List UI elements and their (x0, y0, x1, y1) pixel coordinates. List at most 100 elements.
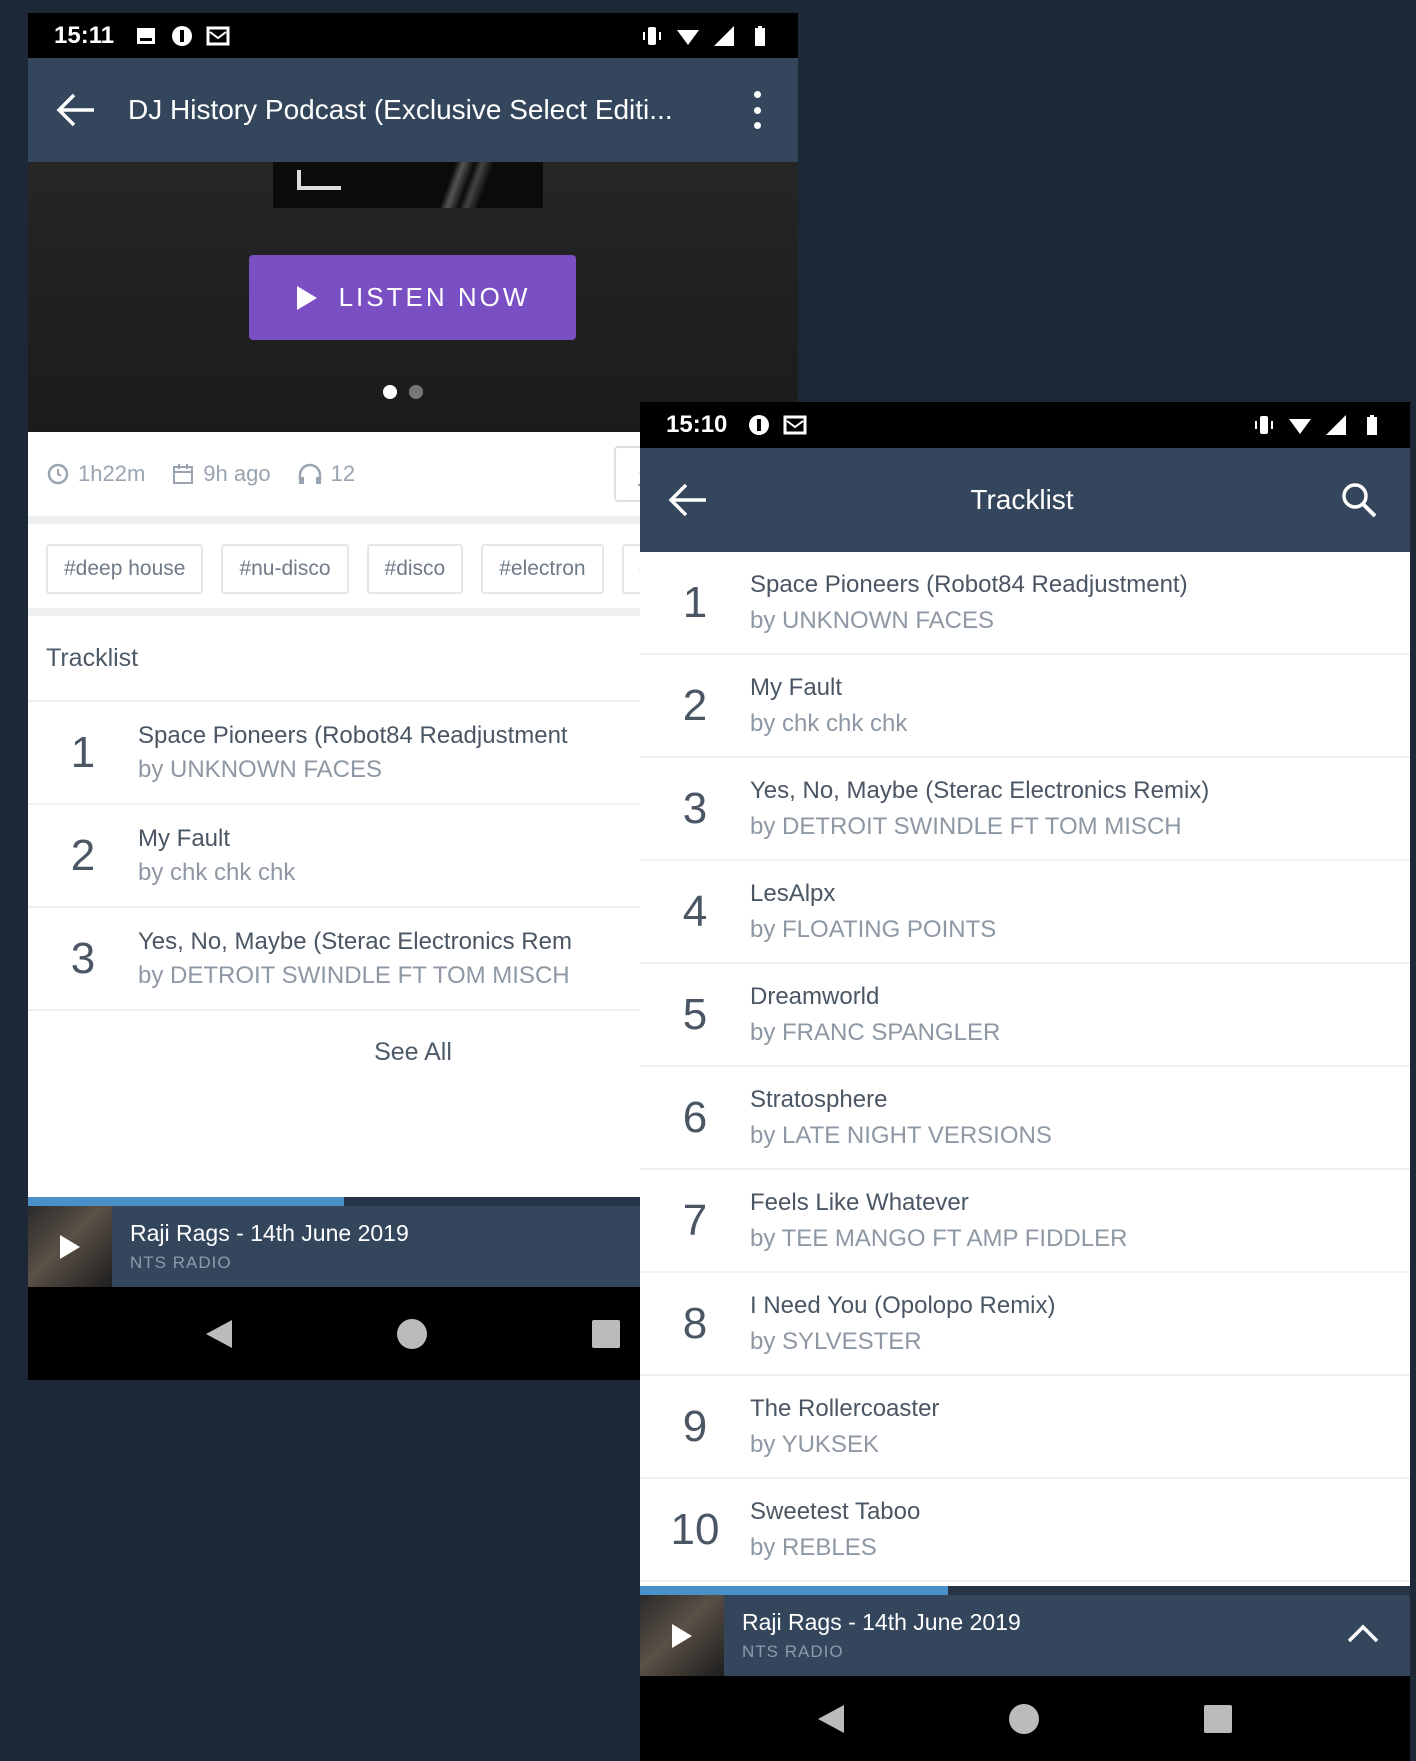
play-icon[interactable] (58, 1233, 82, 1261)
listen-now-label: LISTEN NOW (338, 282, 531, 312)
track-number: 6 (682, 1092, 708, 1142)
track-number: 3 (70, 933, 96, 983)
search-button[interactable] (1334, 475, 1384, 525)
track-number: 3 (682, 783, 708, 833)
hero-banner: LISTEN NOW (28, 162, 798, 432)
system-nav-bar (640, 1676, 1410, 1761)
listen-count-value: 12 (330, 461, 356, 486)
status-bar: 15:11 (28, 13, 798, 58)
track-artist: by SYLVESTER (750, 1327, 922, 1355)
duration: 1h22m (46, 461, 145, 487)
track-artist: by DETROIT SWINDLE FT TOM MISCH (138, 961, 570, 989)
track-title: Stratosphere (750, 1085, 888, 1113)
mail-icon (783, 415, 807, 435)
cover-art (273, 162, 543, 208)
track-row[interactable]: 4 LesAlpx by FLOATING POINTS (640, 861, 1410, 964)
track-title: LesAlpx (750, 879, 836, 907)
page-title: DJ History Podcast (Exclusive Select Edi… (128, 94, 673, 125)
nav-recents-button[interactable] (592, 1319, 620, 1348)
track-title: Dreamworld (750, 982, 880, 1010)
track-number: 8 (682, 1298, 708, 1348)
track-row[interactable]: 8 I Need You (Opolopo Remix) by SYLVESTER (640, 1273, 1410, 1376)
track-artist: by LATE NIGHT VERSIONS (750, 1121, 1052, 1149)
track-row[interactable]: 7 Feels Like Whatever by TEE MANGO FT AMP … (640, 1170, 1410, 1273)
track-number: 2 (70, 830, 96, 880)
track-row[interactable]: 5 Dreamworld by FRANC SPANGLER (640, 964, 1410, 1067)
playback-progress[interactable] (640, 1586, 1410, 1595)
status-time: 15:11 (54, 21, 115, 49)
listen-count: 12 (297, 461, 355, 487)
back-button[interactable] (54, 88, 98, 132)
nav-back-button[interactable] (206, 1319, 232, 1348)
track-row[interactable]: 10 Sweetest Taboo by REBLES (640, 1479, 1410, 1582)
carousel-indicator (383, 385, 423, 399)
tag-chip[interactable]: #electron (481, 544, 604, 594)
track-artist: by YUKSEK (750, 1430, 879, 1458)
vibrate-icon (643, 26, 661, 45)
track-number: 9 (682, 1401, 708, 1451)
duration-value: 1h22m (78, 461, 146, 486)
track-artist: by FRANC SPANGLER (750, 1018, 1001, 1046)
track-number: 1 (70, 727, 96, 777)
listen-now-button[interactable]: LISTEN NOW (249, 255, 576, 340)
carousel-dot[interactable] (409, 385, 423, 399)
track-title: Feels Like Whatever (750, 1188, 969, 1216)
status-time: 15:10 (666, 411, 728, 438)
posted-time: 9h ago (171, 461, 271, 487)
track-number: 5 (682, 989, 708, 1039)
nav-home-button[interactable] (397, 1318, 427, 1349)
track-title: Space Pioneers (Robot84 Readjustment) (750, 570, 1188, 598)
mail-icon (206, 26, 230, 45)
overflow-menu-button[interactable] (742, 85, 772, 135)
play-icon[interactable] (670, 1622, 694, 1650)
status-bar: 15:10 (640, 402, 1410, 448)
signal-icon (714, 25, 734, 46)
nav-recents-button[interactable] (1204, 1704, 1232, 1733)
headphones-icon (298, 463, 321, 484)
search-icon (1342, 483, 1377, 518)
track-title: I Need You (Opolopo Remix) (750, 1291, 1056, 1319)
arrow-left-icon (56, 93, 94, 127)
track-row[interactable]: 1 Space Pioneers (Robot84 Readjustment) by… (640, 552, 1410, 655)
tracklist-screen: 15:10 Tracklist 1 Space Pioneers (Robot84… (640, 402, 1410, 1761)
battery-icon (1367, 415, 1377, 435)
tag-chip[interactable]: #deep house (46, 544, 204, 594)
player-thumbnail (640, 1595, 724, 1676)
track-row[interactable]: 3 Yes, No, Maybe (Sterac Electronics Remi… (640, 758, 1410, 861)
track-title: The Rollercoaster (750, 1394, 940, 1422)
track-artist: by FLOATING POINTS (750, 915, 997, 943)
player-station: NTS RADIO (742, 1642, 844, 1661)
track-row[interactable]: 9 The Rollercoaster by YUKSEK (640, 1376, 1410, 1479)
track-row[interactable]: 6 Stratosphere by LATE NIGHT VERSIONS (640, 1067, 1410, 1170)
track-artist: by DETROIT SWINDLE FT TOM MISCH (750, 812, 1182, 840)
track-title: Sweetest Taboo (750, 1497, 921, 1525)
app-bar: DJ History Podcast (Exclusive Select Edi… (28, 58, 798, 162)
clock-icon (47, 463, 69, 485)
back-button[interactable] (666, 478, 710, 522)
nav-home-button[interactable] (1009, 1703, 1039, 1734)
battery-icon (755, 25, 765, 46)
track-title: Space Pioneers (Robot84 Readjustment (138, 721, 568, 749)
nav-back-button[interactable] (818, 1704, 844, 1733)
track-number: 4 (682, 886, 708, 936)
page-title: Tracklist (970, 484, 1074, 515)
chevron-up-icon (1347, 1624, 1379, 1643)
expand-player-button[interactable] (1346, 1622, 1380, 1649)
mini-player[interactable]: Raji Rags - 14th June 2019 NTS RADIO (640, 1586, 1410, 1676)
posted-value: 9h ago (203, 461, 271, 486)
tag-chip[interactable]: #disco (366, 544, 464, 594)
track-artist: by UNKNOWN FACES (138, 755, 383, 783)
track-title: My Fault (750, 673, 843, 701)
track-title: Yes, No, Maybe (Sterac Electronics Remix… (750, 776, 1210, 804)
track-number: 2 (682, 680, 708, 730)
tag-chip[interactable]: #nu-disco (221, 544, 349, 594)
track-title: My Fault (138, 824, 231, 852)
track-title: Yes, No, Maybe (Sterac Electronics Rem (138, 927, 572, 955)
vibrate-icon (1255, 416, 1273, 434)
accessibility-icon (172, 25, 193, 46)
track-artist: by UNKNOWN FACES (750, 606, 995, 634)
carousel-dot-active[interactable] (383, 385, 397, 399)
image-notification-icon (137, 27, 156, 44)
track-row[interactable]: 2 My Fault by chk chk chk (640, 655, 1410, 758)
player-station: NTS RADIO (130, 1253, 232, 1272)
